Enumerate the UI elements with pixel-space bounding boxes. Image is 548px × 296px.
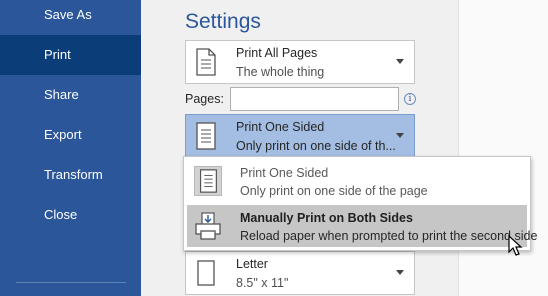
paper-size-dropdown[interactable]: Letter 8.5" x 11" xyxy=(185,251,415,295)
option-desc: Only print on one side of the page xyxy=(240,184,428,198)
print-sides-label: Print One Sided xyxy=(236,120,325,134)
nav-save-as[interactable]: Save As xyxy=(0,0,141,35)
nav-transform[interactable]: Transform xyxy=(0,155,141,195)
mouse-cursor-icon xyxy=(508,235,523,256)
one-sided-icon xyxy=(196,122,216,150)
print-range-dropdown[interactable]: Print All Pages The whole thing xyxy=(185,40,415,84)
manual-duplex-icon xyxy=(195,212,221,240)
paper-size-label: Letter xyxy=(236,257,268,271)
paper-size-desc: 8.5" x 11" xyxy=(236,276,289,290)
pages-label: Pages: xyxy=(185,92,224,106)
chevron-down-icon xyxy=(396,270,404,275)
nav-export[interactable]: Export xyxy=(0,115,141,155)
option-print-one-sided[interactable]: Print One Sided Only print on one side o… xyxy=(187,160,527,202)
option-label: Print One Sided xyxy=(240,166,329,180)
document-icon xyxy=(196,48,216,76)
nav-close[interactable]: Close xyxy=(0,195,141,235)
print-sides-dropdown[interactable]: Print One Sided Only print on one side o… xyxy=(185,114,415,158)
nav-divider xyxy=(16,282,126,283)
pages-input[interactable] xyxy=(230,87,399,111)
option-desc: Reload paper when prompted to print the … xyxy=(240,229,538,243)
settings-panel: Settings Print All Pages The whole thing… xyxy=(141,0,458,296)
option-label: Manually Print on Both Sides xyxy=(240,211,413,225)
nav-print[interactable]: Print xyxy=(0,35,141,75)
nav-share[interactable]: Share xyxy=(0,75,141,115)
backstage-nav: Save As Print Share Export Transform Clo… xyxy=(0,0,141,296)
preview-panel xyxy=(458,0,548,296)
option-manual-both-sides[interactable]: Manually Print on Both Sides Reload pape… xyxy=(187,205,537,247)
chevron-down-icon xyxy=(396,59,404,64)
info-icon[interactable]: i xyxy=(404,93,416,105)
print-sides-desc: Only print on one side of th... xyxy=(236,139,396,153)
print-range-label: Print All Pages xyxy=(236,46,318,60)
one-sided-icon xyxy=(194,166,222,196)
print-range-desc: The whole thing xyxy=(236,65,325,79)
print-sides-menu: Print One Sided Only print on one side o… xyxy=(183,156,537,251)
paper-icon xyxy=(197,260,215,286)
chevron-down-icon xyxy=(396,133,404,138)
settings-title: Settings xyxy=(185,10,261,33)
